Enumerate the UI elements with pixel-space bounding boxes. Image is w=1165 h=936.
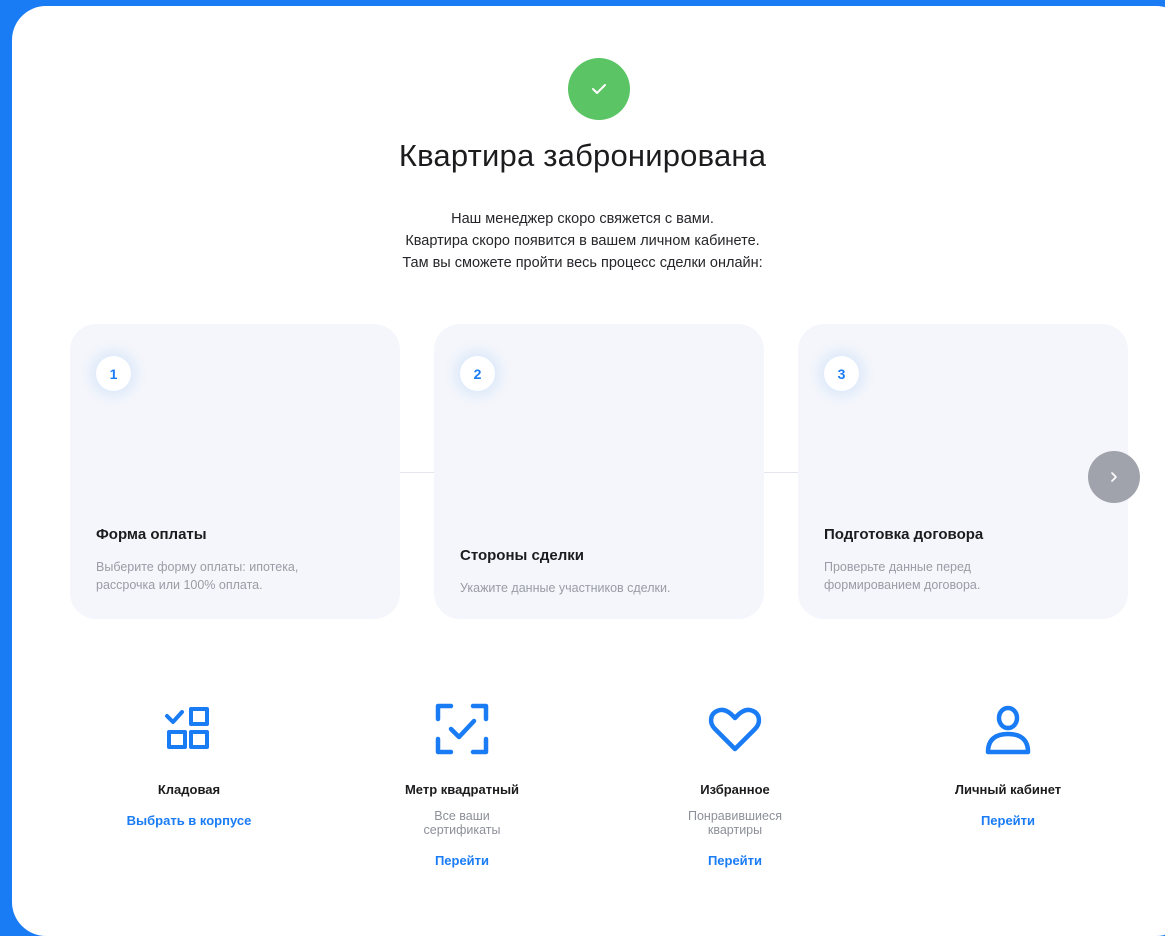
feature-title: Метр квадратный — [404, 782, 520, 797]
step-description: Выберите форму оплаты: ипотека, рассрочк… — [96, 558, 376, 594]
step-title: Подготовка договора — [824, 526, 984, 543]
step-card-contract: 3 Подготовка договора Проверьте данные п… — [798, 324, 1128, 619]
step-card-payment: 1 Форма оплаты Выберите форму оплаты: ип… — [70, 324, 400, 619]
feature-description-line: Понравившиеся — [688, 809, 782, 823]
heart-icon — [708, 707, 762, 752]
subtitle-line: Наш менеджер скоро свяжется с вами. — [451, 211, 714, 227]
page-subtitle: Наш менеджер скоро свяжется с вами. Квар… — [0, 208, 1165, 274]
step-description-line: рассрочка или 100% оплата. — [96, 578, 263, 592]
feature-storage: Кладовая Выбрать в корпусе — [99, 700, 279, 830]
scan-check-icon — [435, 703, 489, 755]
storage-grid-icon — [165, 707, 209, 749]
chevron-right-icon — [1111, 472, 1117, 482]
feature-personal-account: Личный кабинет Перейти — [918, 700, 1098, 830]
favorites-go-link[interactable]: Перейти — [708, 853, 762, 868]
step-description: Укажите данные участников сделки. — [460, 579, 740, 597]
subtitle-line: Там вы сможете пройти весь процесс сделк… — [402, 255, 763, 271]
step-number-badge: 3 — [824, 356, 859, 391]
feature-title: Личный кабинет — [954, 782, 1062, 797]
feature-title: Избранное — [700, 782, 770, 797]
step-connector — [400, 472, 434, 473]
feature-square-meter: Метр квадратный Все ваши сертификаты Пер… — [372, 700, 552, 870]
subtitle-line: Квартира скоро появится в вашем личном к… — [405, 233, 760, 249]
feature-favorites: Избранное Понравившиеся квартиры Перейти — [645, 700, 825, 870]
user-icon — [985, 705, 1031, 755]
step-description-line: Проверьте данные перед — [824, 560, 971, 574]
step-description-line: Выберите форму оплаты: ипотека, — [96, 560, 299, 574]
step-title: Форма оплаты — [96, 526, 207, 543]
feature-description: Понравившиеся квартиры — [675, 809, 795, 837]
step-description: Проверьте данные перед формированием дог… — [824, 558, 1104, 594]
feature-description-line: Все ваши — [434, 809, 490, 823]
feature-description: Все ваши сертификаты — [402, 809, 522, 837]
step-description-line: Укажите данные участников сделки. — [460, 581, 671, 595]
feature-title: Кладовая — [157, 782, 221, 797]
page-title: Квартира забронирована — [398, 138, 767, 173]
step-number-badge: 2 — [460, 356, 495, 391]
carousel-next-button[interactable] — [1088, 451, 1140, 503]
choose-in-building-link[interactable]: Выбрать в корпусе — [127, 813, 252, 828]
certificates-go-link[interactable]: Перейти — [435, 853, 489, 868]
step-connector — [764, 472, 798, 473]
success-check-icon — [568, 58, 630, 120]
step-description-line: формированием договора. — [824, 578, 981, 592]
step-card-parties: 2 Стороны сделки Укажите данные участник… — [434, 324, 764, 619]
feature-description-line: квартиры — [707, 823, 763, 837]
step-title: Стороны сделки — [460, 547, 584, 564]
feature-description-line: сертификаты — [423, 823, 501, 837]
step-number-badge: 1 — [96, 356, 131, 391]
personal-account-go-link[interactable]: Перейти — [981, 813, 1035, 828]
